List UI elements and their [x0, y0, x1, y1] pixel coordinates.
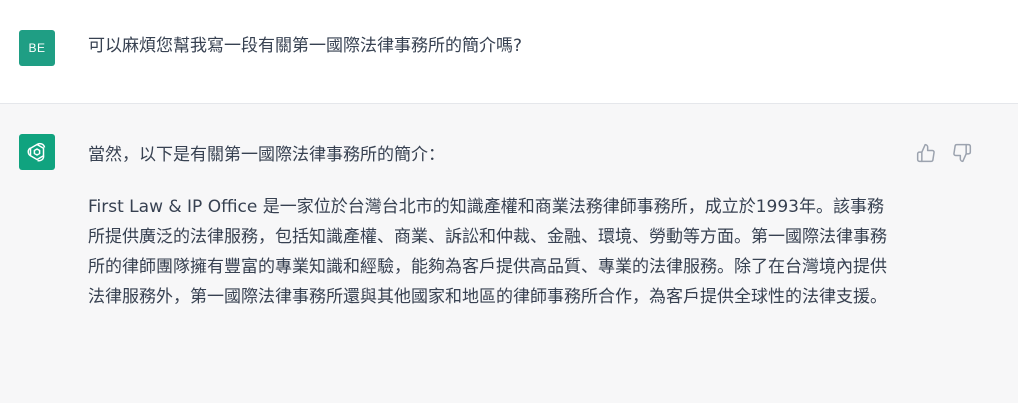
thumbs-down-icon — [953, 143, 972, 163]
thumbs-down-button[interactable] — [950, 141, 974, 165]
assistant-message-turn: 當然，以下是有關第一國際法律事務所的簡介： First Law & IP Off… — [0, 104, 1018, 403]
thumbs-up-button[interactable] — [914, 141, 938, 165]
user-message-turn: BE 可以麻煩您幫我寫一段有關第一國際法律事務所的簡介嗎? — [0, 0, 1018, 104]
thumbs-up-icon — [916, 143, 935, 163]
assistant-avatar — [19, 134, 55, 170]
openai-logo-icon — [27, 142, 46, 162]
feedback-buttons — [914, 141, 974, 165]
user-avatar: BE — [19, 30, 55, 66]
assistant-intro-text: 當然，以下是有關第一國際法律事務所的簡介： — [88, 145, 445, 165]
user-avatar-initials: BE — [28, 41, 46, 55]
assistant-paragraph: First Law & IP Office 是一家位於台灣台北市的知識產權和商業… — [88, 197, 887, 307]
assistant-message-body: 當然，以下是有關第一國際法律事務所的簡介： First Law & IP Off… — [88, 142, 888, 312]
user-message-text: 可以麻煩您幫我寫一段有關第一國際法律事務所的簡介嗎? — [88, 36, 523, 56]
